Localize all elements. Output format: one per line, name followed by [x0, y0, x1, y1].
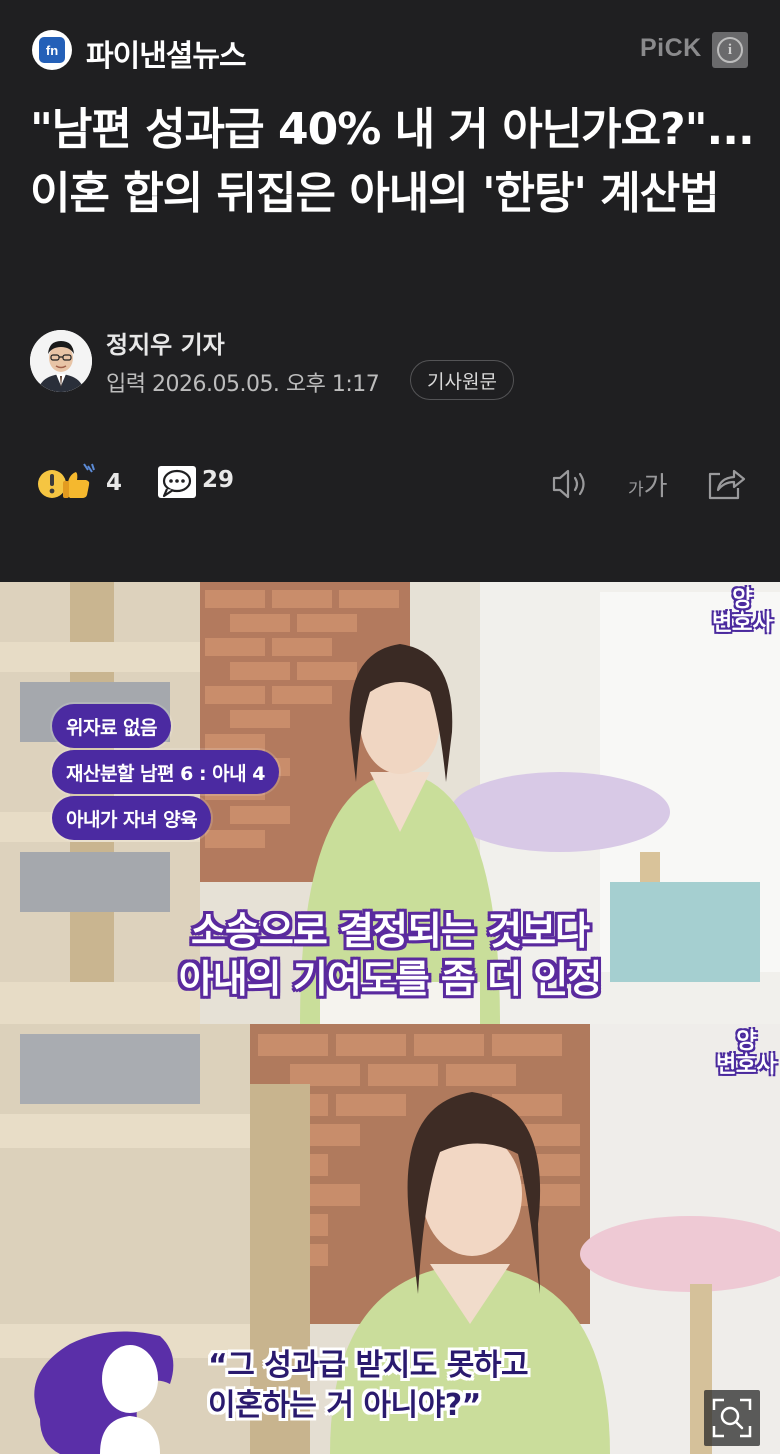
press-logo-mark: fn [39, 37, 65, 63]
reporter-name[interactable]: 정지우 기자 [106, 325, 225, 360]
info-pill-property-split: 재산분할 남편 6 : 아내 4 [52, 750, 279, 794]
channel-logo-2-line1: 양 [736, 1029, 757, 1054]
photo-1-subtitle-line2: 아내의 기여도를 좀 더 인정 [178, 957, 602, 1001]
pick-label: PiCK [640, 34, 702, 62]
comment-count[interactable]: 29 [202, 467, 234, 493]
reaction-count: 4 [106, 470, 123, 496]
article-photo-1[interactable]: 위자료 없음 재산분할 남편 6 : 아내 4 아내가 자녀 양육 소송으로 결… [0, 582, 780, 1024]
image-zoom-button[interactable] [704, 1390, 760, 1446]
reaction-icon[interactable] [36, 462, 96, 504]
article-toolbar: 4 29 가가 [0, 450, 780, 520]
info-pill-custody: 아내가 자녀 양육 [52, 796, 212, 840]
publish-date: 입력 2026.05.05. 오후 1:17 [106, 372, 380, 397]
info-pill-alimony: 위자료 없음 [52, 704, 172, 748]
speaker-icon[interactable] [548, 464, 592, 504]
reporter-avatar[interactable] [30, 330, 92, 392]
share-icon[interactable] [704, 462, 748, 504]
comment-icon[interactable] [156, 462, 198, 504]
font-size-button[interactable]: 가가 [628, 466, 668, 503]
photo-2-quote-line2: 이혼하는 거 아니야?” [208, 1388, 481, 1423]
original-article-button[interactable]: 기사원문 [410, 360, 514, 400]
pick-info-button[interactable]: i [712, 32, 748, 68]
press-header: fn 파이낸셜뉴스 PiCK i [0, 0, 780, 96]
photo-1-subtitle-line1: 소송으로 결정되는 것보다 [190, 909, 590, 953]
zoom-icon [712, 1398, 752, 1438]
photo-2-quote-line1: “그 성과급 받지도 못하고 [208, 1348, 529, 1383]
article-photo-2[interactable]: “그 성과급 받지도 못하고 이혼하는 거 아니야?” 양 변호사 [0, 1024, 780, 1454]
press-name[interactable]: 파이낸셜뉴스 [86, 31, 247, 75]
channel-logo-1: 양 변호사 [712, 588, 773, 636]
channel-logo-2-line2: 변호사 [716, 1053, 777, 1078]
article-headline: "남편 성과급 40% 내 거 아닌가요?"... 이혼 합의 뒤집은 아내의 … [30, 104, 755, 219]
channel-logo-1-line1: 양 [732, 587, 753, 612]
font-size-large-label: 가 [643, 472, 668, 502]
info-icon: i [717, 37, 743, 63]
press-logo[interactable]: fn [32, 30, 72, 70]
channel-logo-2: 양 변호사 [716, 1030, 777, 1078]
channel-logo-1-line2: 변호사 [712, 611, 773, 636]
font-size-small-label: 가 [628, 480, 644, 500]
